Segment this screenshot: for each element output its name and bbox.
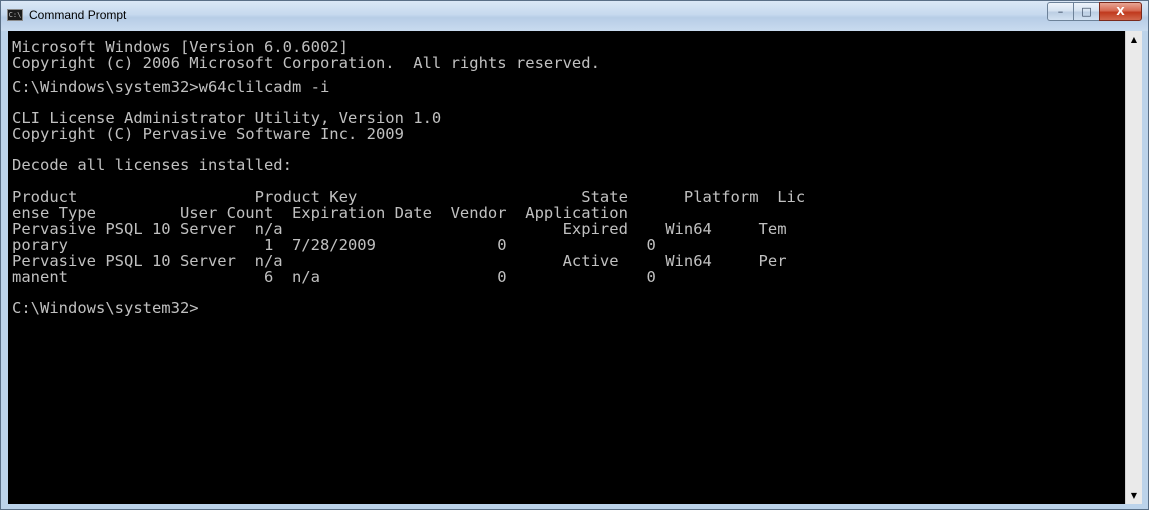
- command-prompt-window: C:\ Command Prompt – □ X Microsoft Windo…: [0, 0, 1149, 510]
- console-line: porary 1 7/28/2009 0 0: [12, 236, 656, 254]
- console-line: manent 6 n/a 0 0: [12, 268, 656, 286]
- console-line: Pervasive PSQL 10 Server n/a Expired Win…: [12, 220, 787, 238]
- maximize-button[interactable]: □: [1073, 2, 1099, 21]
- window-title: Command Prompt: [29, 8, 127, 22]
- console-line: Copyright (C) Pervasive Software Inc. 20…: [12, 125, 404, 143]
- console-line: Pervasive PSQL 10 Server n/a Active Win6…: [12, 252, 787, 270]
- console-line: CLI License Administrator Utility, Versi…: [12, 109, 442, 127]
- caption-buttons: – □ X: [1047, 2, 1142, 21]
- console-line: Product Product Key State Platform Lic: [12, 188, 806, 206]
- console-line: C:\Windows\system32>w64clilcadm -i: [12, 78, 330, 96]
- close-button[interactable]: X: [1099, 2, 1142, 21]
- window-bottom-border: [1, 504, 1148, 509]
- console-prompt-line: C:\Windows\system32>: [12, 299, 199, 317]
- console-line: Copyright (c) 2006 Microsoft Corporation…: [12, 54, 600, 72]
- vertical-scrollbar[interactable]: ▲ ▼: [1125, 31, 1142, 504]
- console-line: Decode all licenses installed:: [12, 156, 292, 174]
- title-bar[interactable]: C:\ Command Prompt – □ X: [1, 1, 1148, 31]
- console-output[interactable]: Microsoft Windows [Version 6.0.6002] Cop…: [8, 31, 1125, 504]
- console-line: Microsoft Windows [Version 6.0.6002]: [12, 38, 348, 56]
- command-prompt-icon[interactable]: C:\: [7, 9, 23, 21]
- console-line: ense Type User Count Expiration Date Ven…: [12, 204, 628, 222]
- scroll-track[interactable]: [1127, 48, 1141, 488]
- scroll-down-arrow-icon[interactable]: ▼: [1126, 487, 1142, 504]
- scroll-up-arrow-icon[interactable]: ▲: [1126, 31, 1142, 48]
- minimize-button[interactable]: –: [1047, 2, 1073, 21]
